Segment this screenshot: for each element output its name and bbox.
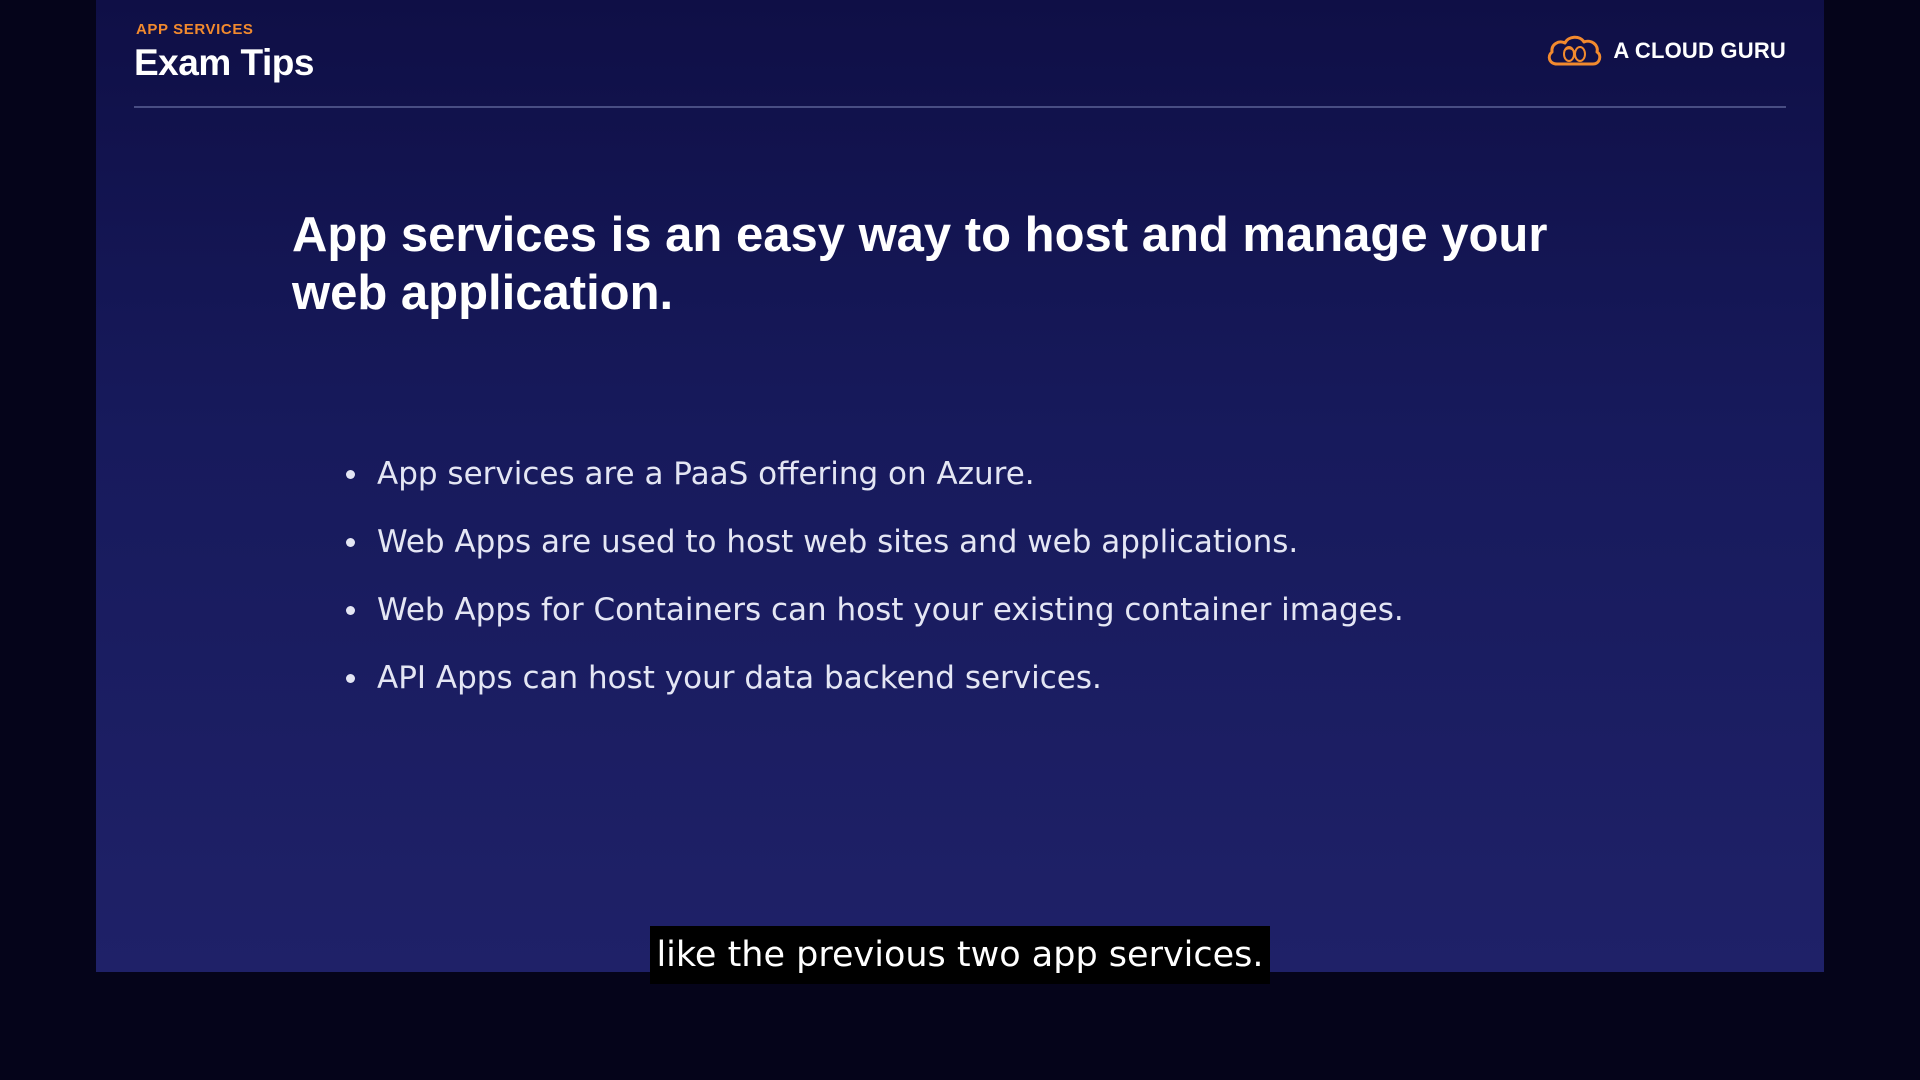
subtitle-caption: like the previous two app services.: [650, 926, 1270, 984]
slide-headline: App services is an easy way to host and …: [292, 208, 1548, 320]
section-label: APP SERVICES: [136, 21, 254, 38]
bullet-dot: [346, 605, 355, 615]
bullet-text: Web Apps are used to host web sites and …: [377, 524, 1299, 560]
bullet-dot: [346, 537, 355, 547]
bullet-list: App services are a PaaS offering on Azur…: [346, 440, 1404, 712]
header-divider: [134, 106, 1786, 108]
bullet-item: API Apps can host your data backend serv…: [346, 644, 1404, 712]
bullet-dot: [346, 469, 355, 479]
brand-logo: A CLOUD GURU: [1545, 34, 1786, 68]
video-player[interactable]: APP SERVICES Exam Tips A CLOUD GURU App …: [0, 0, 1920, 1080]
bullet-text: App services are a PaaS offering on Azur…: [377, 456, 1035, 492]
bullet-text: Web Apps for Containers can host your ex…: [377, 592, 1404, 628]
bullet-text: API Apps can host your data backend serv…: [377, 660, 1102, 696]
slide-title: Exam Tips: [134, 42, 314, 83]
brand-name: A CLOUD GURU: [1613, 38, 1786, 63]
cloud-logo-icon: [1548, 35, 1602, 66]
bullet-dot: [346, 673, 355, 683]
slide: APP SERVICES Exam Tips A CLOUD GURU App …: [96, 0, 1824, 972]
bullet-item: App services are a PaaS offering on Azur…: [346, 440, 1404, 508]
bullet-item: Web Apps are used to host web sites and …: [346, 508, 1404, 576]
bullet-item: Web Apps for Containers can host your ex…: [346, 576, 1404, 644]
